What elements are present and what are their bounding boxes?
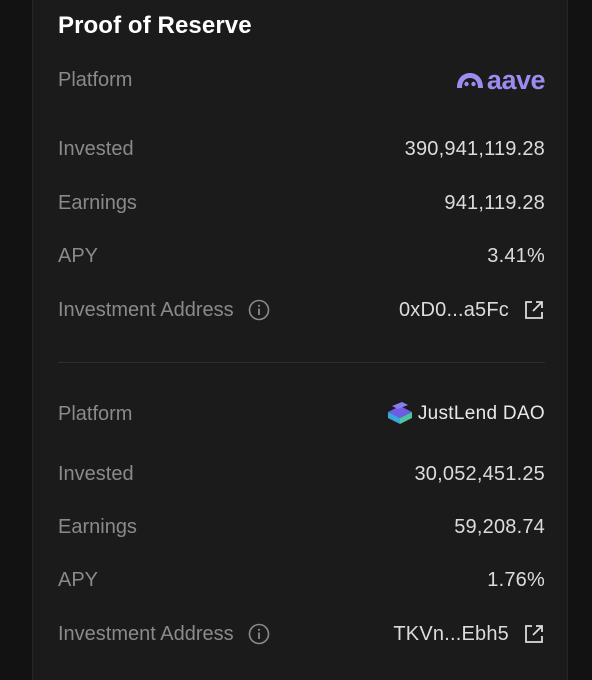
aave-wordmark: aave (486, 64, 546, 95)
earnings-label: Earnings (58, 191, 137, 214)
investment-address-row: Investment Address 0xD0...a5Fc (58, 294, 545, 326)
platform-row: Platform JustLend DAO (58, 398, 545, 430)
info-icon[interactable] (248, 299, 270, 321)
apy-label: APY (58, 568, 99, 591)
apy-row: APY 3.41% (58, 240, 545, 272)
info-icon[interactable] (248, 623, 270, 645)
investment-address-value[interactable]: TKVn...Ebh5 (393, 623, 509, 646)
card-title: Proof of Reserve (58, 12, 252, 39)
earnings-row: Earnings 941,119.28 (58, 187, 545, 219)
external-link-icon[interactable] (523, 299, 545, 321)
earnings-value: 941,119.28 (444, 191, 545, 214)
proof-of-reserve-card: Proof of Reserve Platform aave Invested … (32, 0, 568, 680)
justlend-logo: JustLend DAO (386, 402, 545, 426)
earnings-value: 59,208.74 (454, 515, 545, 538)
earnings-label: Earnings (58, 515, 137, 538)
earnings-row: Earnings 59,208.74 (58, 511, 545, 543)
invested-label: Invested (58, 462, 134, 485)
external-link-icon[interactable] (523, 623, 545, 645)
apy-value: 3.41% (487, 244, 545, 267)
platform-label: Platform (58, 68, 133, 91)
justlend-cube-icon (387, 402, 412, 424)
investment-address-label: Investment Address (58, 298, 234, 321)
apy-row: APY 1.76% (58, 564, 545, 596)
aave-logo: aave (455, 64, 546, 96)
investment-address-value[interactable]: 0xD0...a5Fc (399, 299, 509, 322)
investment-address-label: Investment Address (58, 622, 234, 645)
invested-label: Invested (58, 137, 134, 160)
platform-label: Platform (58, 402, 133, 425)
justlend-wordmark: JustLend DAO (417, 403, 545, 424)
investment-address-label-group: Investment Address (58, 299, 270, 322)
apy-label: APY (58, 244, 99, 267)
aave-ghost-icon (456, 73, 483, 88)
apy-value: 1.76% (487, 568, 545, 591)
investment-address-link[interactable]: 0xD0...a5Fc (399, 299, 545, 322)
investment-address-row: Investment Address TKVn...Ebh5 (58, 618, 545, 650)
invested-value: 390,941,119.28 (404, 137, 545, 160)
invested-row: Invested 390,941,119.28 (58, 133, 545, 165)
invested-row: Invested 30,052,451.25 (58, 458, 545, 490)
investment-address-label-group: Investment Address (58, 623, 270, 646)
investment-address-link[interactable]: TKVn...Ebh5 (393, 623, 545, 646)
invested-value: 30,052,451.25 (414, 462, 545, 485)
platform-row: Platform aave (58, 64, 546, 96)
reserve-divider (58, 362, 545, 363)
